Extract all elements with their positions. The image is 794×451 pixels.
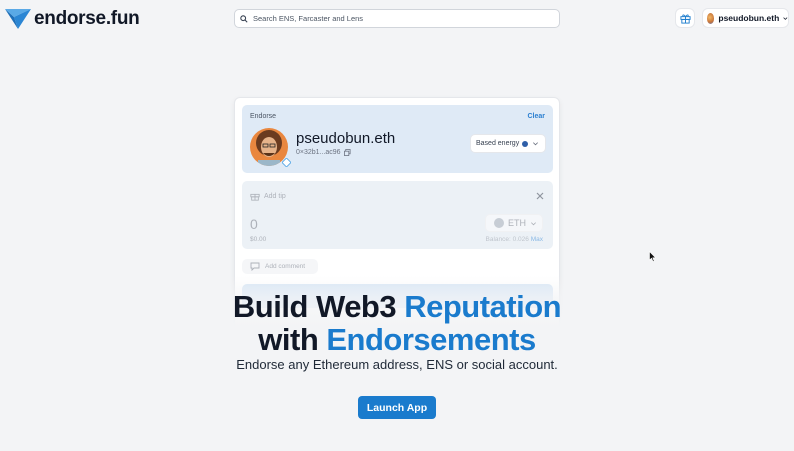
- launch-app-button[interactable]: Launch App: [358, 396, 436, 419]
- site-logo[interactable]: endorse.fun: [4, 7, 140, 31]
- hero-title-part: with: [258, 322, 327, 357]
- hero-title-part: Build Web3: [232, 289, 405, 324]
- search-bar[interactable]: [234, 9, 560, 28]
- energy-select[interactable]: Based energy: [470, 134, 546, 153]
- tip-panel: Add tip 0 $0.00 ETH Balance: 0.026 Max: [242, 181, 553, 249]
- address-text: 0×32b1...ac96: [296, 149, 341, 156]
- copy-icon[interactable]: [343, 149, 351, 156]
- max-button[interactable]: Max: [531, 236, 543, 243]
- hero-title-highlight: Reputation: [404, 289, 562, 324]
- mouse-cursor-icon: [649, 251, 657, 262]
- tip-usd-value: $0.00: [250, 236, 267, 243]
- hero-title: Build Web3 Reputation with Endorsements: [0, 290, 794, 356]
- energy-label: Based energy: [476, 140, 520, 147]
- gift-button[interactable]: [675, 8, 695, 28]
- add-comment-label: Add comment: [265, 263, 306, 270]
- profile-address: 0×32b1...ac96: [296, 149, 351, 156]
- comment-icon: [250, 262, 260, 271]
- tip-amount-input[interactable]: 0: [250, 216, 258, 232]
- energy-dot-icon: [522, 140, 529, 147]
- add-tip-header[interactable]: Add tip: [250, 191, 286, 201]
- account-name: pseudobun.eth: [718, 13, 780, 23]
- search-input[interactable]: [253, 14, 543, 23]
- endorse-title: Endorse: [250, 113, 277, 120]
- tip-balance: Balance: 0.026 Max: [486, 236, 543, 243]
- close-icon[interactable]: [536, 192, 544, 200]
- gift-icon: [250, 193, 260, 201]
- eth-icon: [494, 218, 504, 228]
- endorse-logo-icon: [5, 9, 31, 29]
- clear-button[interactable]: Clear: [527, 113, 545, 120]
- verified-badge-icon: [282, 158, 291, 167]
- avatar: [707, 12, 715, 24]
- hero-subtitle: Endorse any Ethereum address, ENS or soc…: [236, 357, 558, 372]
- gift-icon: [679, 14, 691, 24]
- hero-title-highlight: Endorsements: [326, 322, 536, 357]
- top-navbar: endorse.fun pseudobun.eth: [0, 0, 794, 38]
- currency-select[interactable]: ETH: [485, 214, 543, 232]
- endorse-panel: Endorse Clear pseudobun.eth 0×32b1...ac9…: [242, 105, 553, 173]
- account-menu-button[interactable]: pseudobun.eth: [702, 8, 789, 28]
- logo-text: endorse.fun: [34, 8, 140, 29]
- balance-text: Balance: 0.026: [485, 236, 529, 243]
- chevron-down-icon: [531, 221, 536, 225]
- chevron-down-icon: [533, 142, 538, 146]
- profile-name: pseudobun.eth: [296, 130, 396, 147]
- chevron-down-icon: [783, 16, 788, 20]
- search-icon: [240, 14, 248, 23]
- add-tip-label: Add tip: [264, 192, 286, 200]
- add-comment-button[interactable]: Add comment: [242, 259, 318, 274]
- currency-label: ETH: [508, 218, 526, 228]
